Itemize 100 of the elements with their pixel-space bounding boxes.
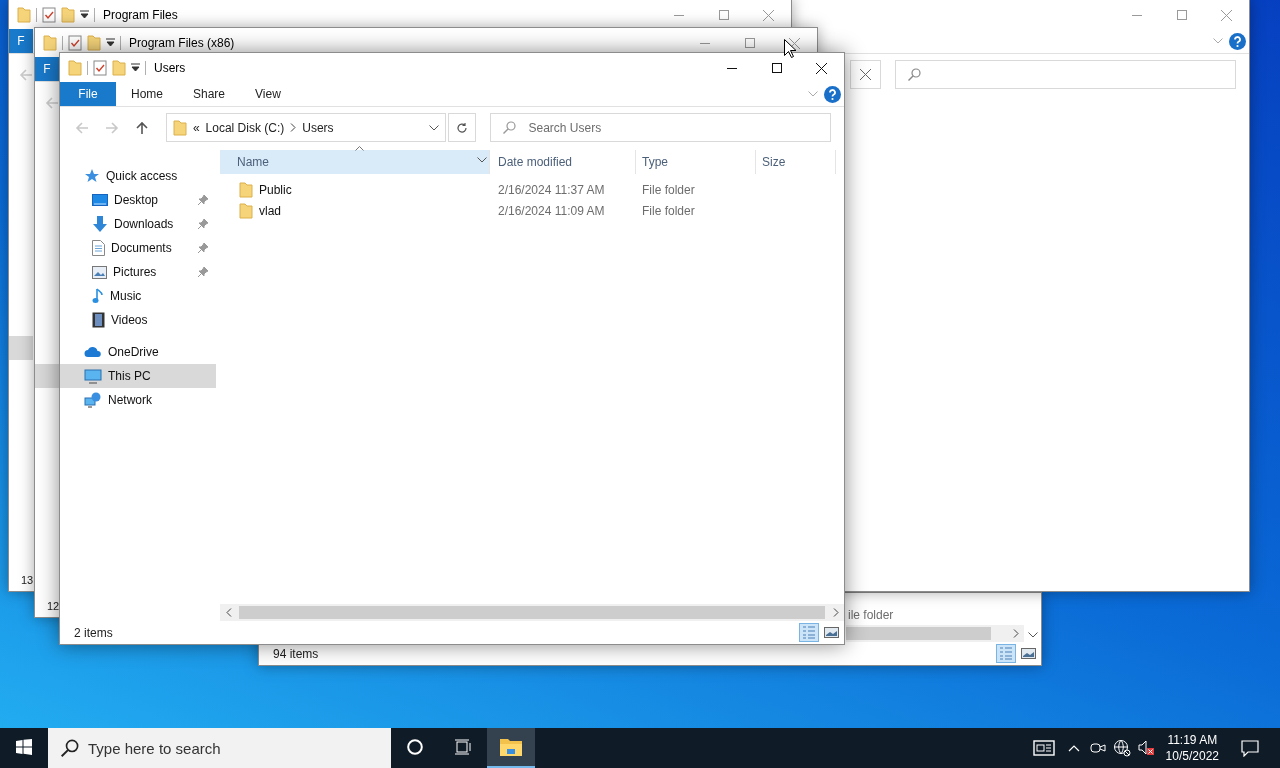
help-icon[interactable] [1229, 32, 1246, 50]
refresh-icon [455, 121, 468, 134]
picture-icon [92, 265, 107, 279]
help-icon[interactable] [824, 85, 841, 103]
nav-item[interactable]: Documents [60, 236, 216, 260]
nav-item[interactable]: Desktop [60, 188, 216, 212]
table-cell-text: 2/16/2024 11:09 AM [497, 203, 606, 218]
nav-item[interactable]: This PC [60, 364, 216, 388]
ribbon-tab[interactable]: Home [116, 82, 178, 106]
circle-icon [407, 739, 423, 755]
pin-icon[interactable] [198, 219, 208, 229]
computer-icon [84, 368, 102, 384]
hidden-path-marker: « [192, 120, 200, 135]
file-explorer-taskbar-button[interactable] [487, 728, 535, 768]
search-icon [908, 68, 921, 81]
music-note-icon [92, 288, 104, 304]
horizontal-scrollbar[interactable] [846, 625, 1024, 642]
nav-item[interactable]: Downloads [60, 212, 216, 236]
properties-icon [93, 59, 107, 76]
dropdown-icon[interactable] [80, 10, 89, 19]
selected-row-highlight [9, 336, 33, 360]
folder-icon [112, 59, 126, 76]
file-tab[interactable]: F [35, 57, 59, 81]
network-icon [84, 392, 102, 408]
details-view-icon [802, 626, 816, 639]
collapse-ribbon-icon[interactable] [808, 91, 818, 97]
ribbon-tab[interactable]: View [240, 82, 296, 106]
dropdown-icon[interactable] [477, 157, 487, 163]
address-bar[interactable]: « Local Disk (C:) Users [165, 113, 446, 142]
folder-icon [87, 34, 101, 51]
nav-item[interactable]: Pictures [60, 260, 216, 284]
column-header[interactable]: Size [756, 150, 836, 174]
document-icon [92, 240, 105, 256]
search-icon [502, 121, 516, 134]
close-icon [789, 37, 800, 49]
item-count: 12 [47, 599, 60, 612]
search-field[interactable]: Search Users [489, 113, 831, 142]
close-icon [860, 69, 871, 80]
path-segment[interactable]: Local Disk (C:) [205, 120, 285, 135]
nav-item[interactable]: OneDrive [60, 340, 216, 364]
star-icon [84, 168, 100, 184]
file-name[interactable]: vlad [220, 202, 490, 219]
dropdown-icon[interactable] [131, 63, 140, 72]
chevron-right-icon [290, 123, 297, 132]
folder-icon [17, 6, 31, 23]
collapse-ribbon-icon[interactable] [1213, 38, 1223, 44]
item-count: 13 [21, 573, 34, 586]
window-title: Program Files [103, 7, 178, 22]
window-title: Users [154, 60, 186, 75]
nav-item[interactable]: Music [60, 284, 216, 308]
folder-icon [61, 6, 75, 23]
horizontal-scrollbar[interactable] [220, 604, 844, 621]
dropdown-icon[interactable] [428, 124, 439, 131]
column-header[interactable]: Type [636, 150, 756, 174]
scroll-right-icon [832, 608, 839, 617]
windows-logo-icon [16, 739, 32, 755]
folder-icon [239, 181, 253, 198]
close-icon [763, 9, 774, 21]
clear-button[interactable] [850, 60, 881, 89]
ribbon-tab[interactable]: Share [178, 82, 241, 106]
maximize-icon [771, 63, 782, 73]
scroll-down-icon[interactable] [1027, 632, 1038, 638]
column-header[interactable]: Date modified [490, 150, 636, 174]
pin-icon[interactable] [198, 243, 208, 253]
close-icon [1221, 9, 1232, 21]
file-tab[interactable]: File [60, 82, 116, 106]
download-icon [92, 216, 108, 232]
nav-item[interactable]: Quick access [60, 164, 216, 188]
table-cell: ile folder [848, 607, 894, 622]
window-title: Program Files (x86) [129, 35, 235, 50]
folder-icon [43, 34, 57, 51]
search-field[interactable] [895, 60, 1236, 89]
table-cell-text: File folder [641, 182, 696, 197]
path-segment[interactable]: Users [302, 120, 334, 135]
maximize-icon [718, 10, 729, 20]
pin-icon[interactable] [198, 267, 208, 277]
details-view-icon [999, 647, 1013, 660]
scroll-left-icon[interactable] [225, 608, 232, 617]
clock[interactable]: 11:19 AM 10/5/2022 [1157, 728, 1227, 768]
file-tab[interactable]: F [9, 29, 33, 53]
back-arrow-icon[interactable] [19, 67, 33, 82]
maximize-icon [1176, 10, 1187, 20]
dropdown-icon[interactable] [106, 38, 115, 47]
folder-icon [172, 119, 187, 136]
task-view-icon [454, 739, 472, 755]
back-arrow-icon[interactable] [45, 95, 59, 110]
nav-item[interactable]: Videos [60, 308, 216, 332]
scroll-right-icon [1012, 629, 1019, 638]
nav-item[interactable]: Network [60, 388, 216, 412]
refresh-button[interactable] [447, 113, 476, 142]
taskbar-search-field[interactable]: Type here to search [48, 728, 391, 768]
properties-icon [42, 6, 56, 23]
table-cell-text: 2/16/2024 11:37 AM [497, 182, 606, 197]
file-name[interactable]: Public [220, 181, 490, 198]
pin-icon[interactable] [198, 195, 208, 205]
close-icon [816, 62, 827, 74]
up-arrow-icon[interactable] [134, 120, 149, 135]
search-icon [61, 739, 79, 757]
folder-icon [239, 202, 253, 219]
selected-row-highlight [35, 364, 59, 388]
